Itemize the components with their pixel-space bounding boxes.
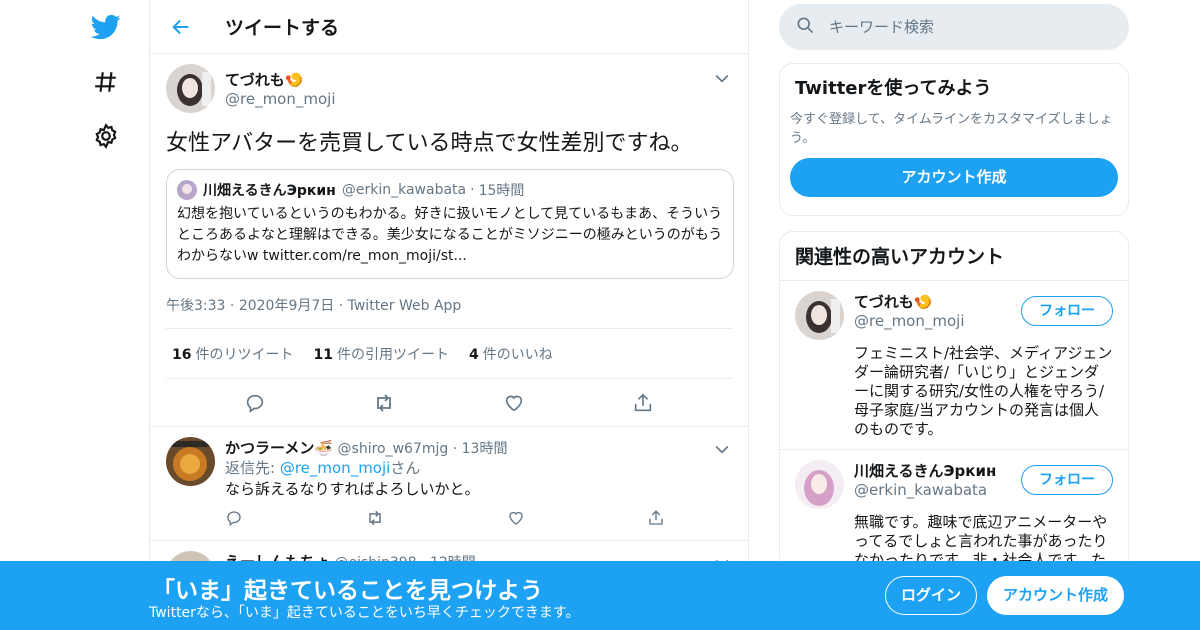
reply-tweet[interactable]: かつラーメン🍜 @shiro_w67mjg · 13時間 返信先: @re_mo… <box>150 427 748 541</box>
likes-label: 件のいいね <box>482 346 553 363</box>
retweets-label: 件のリツイート <box>195 346 294 363</box>
follow-button[interactable]: フォロー <box>1021 465 1113 495</box>
back-arrow-icon[interactable] <box>161 7 201 47</box>
avatar[interactable] <box>795 460 844 509</box>
search-icon <box>795 15 815 39</box>
quote-text: 幻想を抱いているというのもわかる。好きに扱いモノとして見ているもまあ、そういうと… <box>177 206 723 264</box>
quotes-label: 件の引用ツイート <box>336 346 449 363</box>
search-box[interactable] <box>779 4 1129 50</box>
quotes-count[interactable]: 11 件の引用ツイート <box>313 344 448 364</box>
reply-to-line: 返信先: @re_mon_mojiさん <box>225 458 732 479</box>
separator-dot: · <box>338 298 348 314</box>
tweet-source[interactable]: Twitter Web App <box>348 298 462 314</box>
account-bio: フェミニスト/社会学、メディアジェンダー論研究者/「いじり」とジェンダーに関する… <box>854 344 1113 438</box>
chevron-down-icon[interactable] <box>712 68 732 88</box>
like-icon[interactable] <box>507 509 525 531</box>
retweet-icon[interactable] <box>365 508 385 532</box>
tweet-stats: 16 件のリツイート 11 件の引用ツイート 4 件のいいね <box>166 329 732 379</box>
account-handle[interactable]: @re_mon_moji <box>854 312 965 330</box>
main-header: ツイートする <box>150 0 748 54</box>
reply-author-name[interactable]: かつラーメン🍜 <box>225 439 333 457</box>
tweet-text: 女性アバターを売買している時点で女性差別ですね。 <box>166 131 693 156</box>
account-name[interactable]: 川畑えるきんЭркин <box>854 460 996 481</box>
author-name[interactable]: てづれも🍤 <box>225 69 336 90</box>
quote-author-handle: @erkin_kawabata <box>341 182 467 198</box>
signup-button[interactable]: アカウント作成 <box>987 576 1124 615</box>
hashtag-icon[interactable] <box>86 62 126 102</box>
quoted-tweet[interactable]: 川畑えるきんЭркин @erkin_kawabata · 15時間 幻想を抱い… <box>166 169 734 279</box>
like-icon[interactable] <box>497 386 531 420</box>
reply-icon[interactable] <box>238 386 272 420</box>
author-handle[interactable]: @re_mon_moji <box>225 90 336 108</box>
avatar[interactable] <box>166 437 215 486</box>
bottom-bar-title: 「いま」起きていることを見つけよう <box>152 578 543 604</box>
twitter-logo-icon[interactable] <box>86 7 126 47</box>
reply-author-handle[interactable]: @shiro_w67mjg <box>338 441 449 457</box>
share-icon[interactable] <box>647 509 665 531</box>
search-input[interactable] <box>829 18 1109 36</box>
reply-to-link[interactable]: @re_mon_moji <box>280 459 391 477</box>
settings-icon[interactable] <box>86 116 126 156</box>
reply-actions <box>225 500 665 540</box>
quote-time: 15時間 <box>478 183 525 199</box>
bottom-bar-subtitle: Twitterなら、「いま」起きていることをいち早くチェックできます。 <box>149 605 580 621</box>
likes-number: 4 <box>468 346 479 363</box>
tweet-actions <box>150 379 748 427</box>
chevron-down-icon[interactable] <box>712 439 732 459</box>
reply-icon[interactable] <box>225 509 243 531</box>
reply-to-prefix: 返信先: <box>225 459 280 477</box>
left-nav <box>80 0 132 630</box>
tweet-time[interactable]: 午後3:33 <box>166 298 225 314</box>
avatar[interactable] <box>166 64 215 113</box>
reply-to-suffix: さん <box>390 459 421 477</box>
page-title: ツイートする <box>225 17 340 39</box>
login-button[interactable]: ログイン <box>885 576 977 615</box>
avatar <box>177 180 197 200</box>
separator-dot: · <box>229 298 239 314</box>
separator-dot: · <box>452 441 458 457</box>
retweet-icon[interactable] <box>367 386 401 420</box>
tweet-date[interactable]: 2020年9月7日 <box>239 298 334 314</box>
likes-count[interactable]: 4 件のいいね <box>469 344 553 364</box>
focused-tweet: てづれも🍤 @re_mon_moji 女性アバターを売買している時点で女性差別で… <box>150 54 748 379</box>
follow-button[interactable]: フォロー <box>1021 296 1113 326</box>
related-accounts-title: 関連性の高いアカウント <box>795 246 1005 268</box>
signup-card-title: Twitterを使ってみよう <box>795 78 992 99</box>
reply-time[interactable]: 13時間 <box>462 441 508 457</box>
quotes-number: 11 <box>313 346 333 363</box>
signup-card: Twitterを使ってみよう 今すぐ登録して、タイムラインをカスタマイズしましょ… <box>779 63 1129 216</box>
related-account[interactable]: てづれも🍤 @re_mon_moji フォロー フェミニスト/社会学、メディアジ… <box>780 280 1128 449</box>
signup-card-description: 今すぐ登録して、タイムラインをカスタマイズしましょう。 <box>790 112 1113 146</box>
share-icon[interactable] <box>626 386 660 420</box>
create-account-button[interactable]: アカウント作成 <box>790 158 1118 197</box>
retweets-number: 16 <box>172 346 192 363</box>
tweet-meta: 午後3:33 · 2020年9月7日 · Twitter Web App <box>166 295 732 329</box>
main-column: ツイートする てづれも🍤 @re_mon_moji 女性アバターを売買している時… <box>149 0 749 630</box>
quote-author-name: 川畑えるきんЭркин <box>203 183 336 199</box>
reply-text: なら訴えるなりすればよろしいかと。 <box>225 480 480 498</box>
related-account[interactable]: 川畑えるきんЭркин @erkin_kawabata フォロー 無職です。趣味… <box>780 449 1128 570</box>
related-accounts-card: 関連性の高いアカウント てづれも🍤 @re_mon_moji フォロー フェミニ… <box>779 231 1129 571</box>
avatar[interactable] <box>795 291 844 340</box>
account-name[interactable]: てづれも🍤 <box>854 291 965 312</box>
separator-dot: · <box>470 182 475 198</box>
account-handle[interactable]: @erkin_kawabata <box>854 481 996 499</box>
retweets-count[interactable]: 16 件のリツイート <box>172 344 293 364</box>
bottom-signup-bar: 「いま」起きていることを見つけよう Twitterなら、「いま」起きていることを… <box>0 561 1200 630</box>
